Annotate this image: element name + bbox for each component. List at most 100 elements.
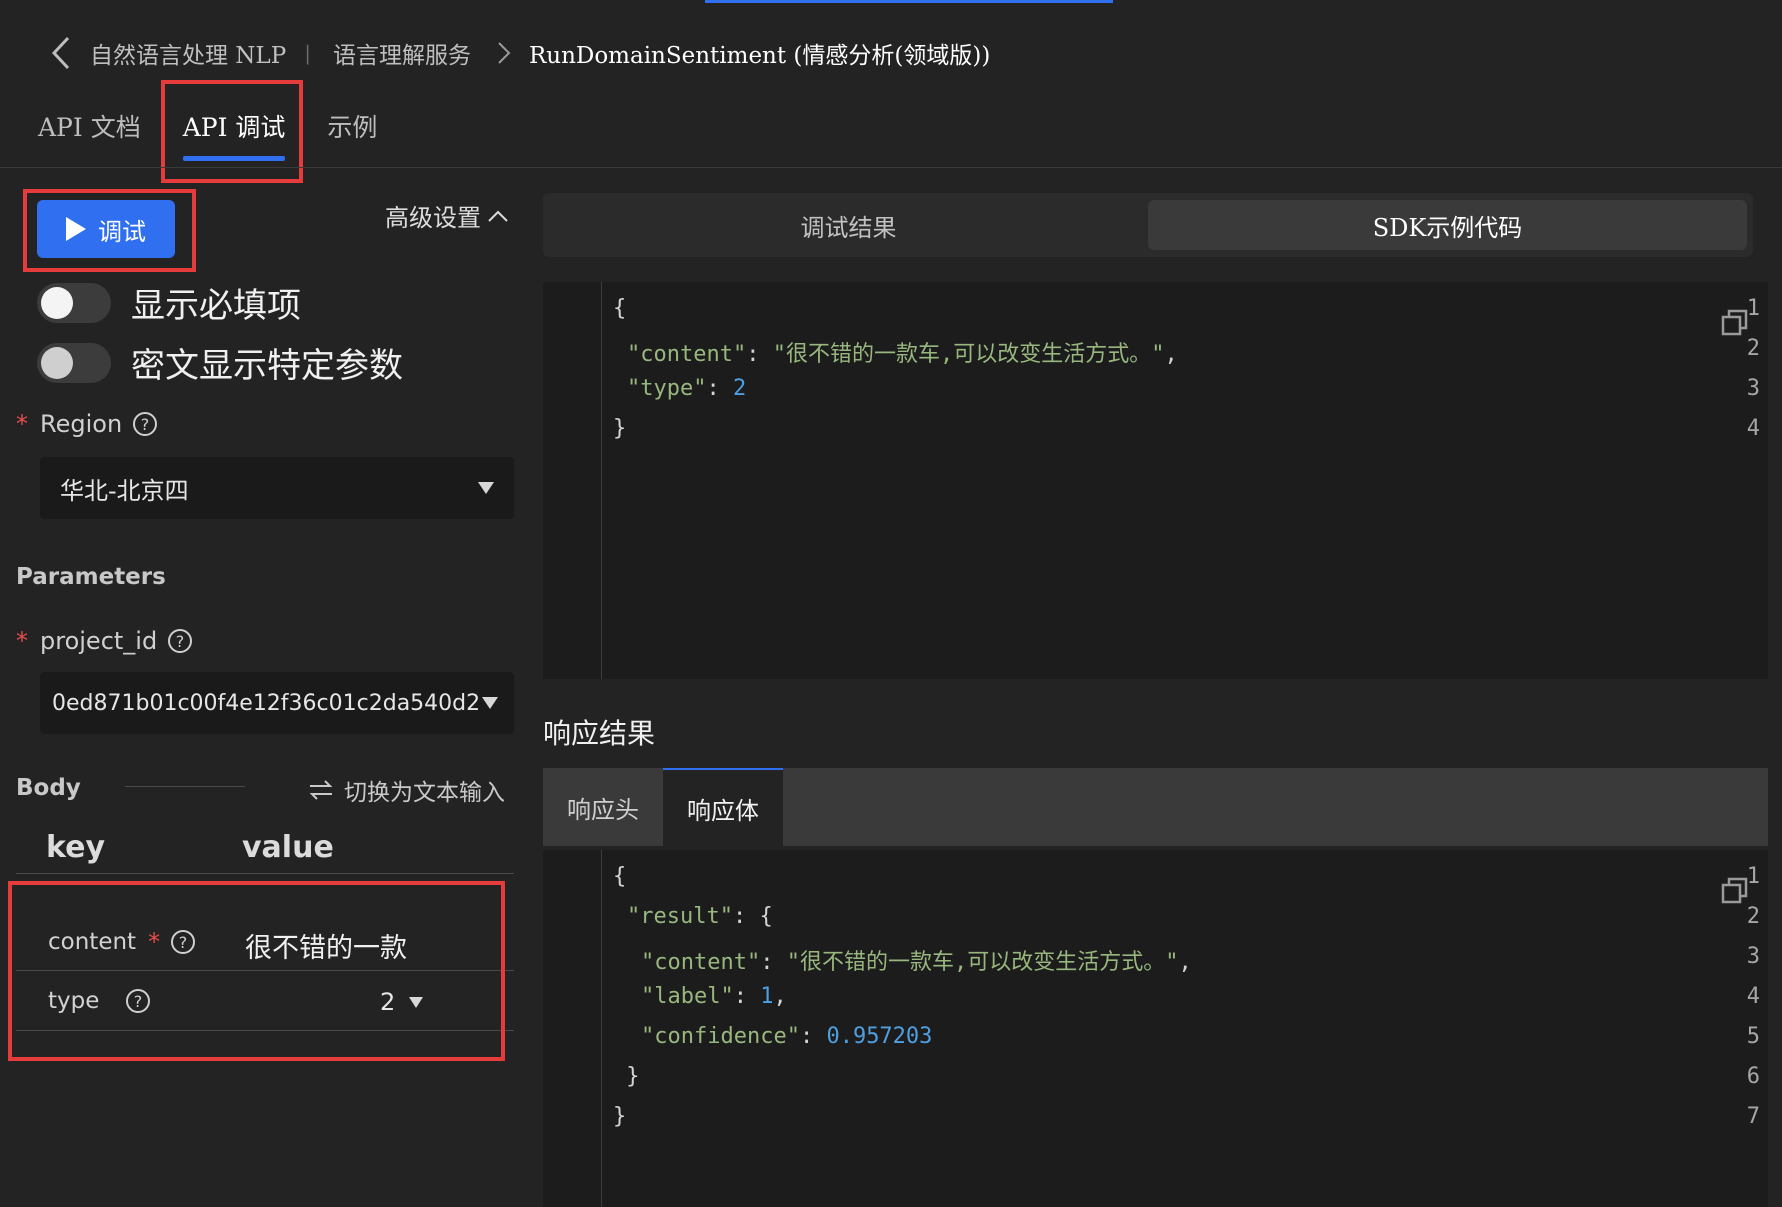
code-line: "result": { — [627, 904, 773, 929]
code-line: } — [613, 1104, 626, 1129]
line-number: 7 — [1746, 1104, 1760, 1129]
svg-text:?: ? — [176, 632, 185, 651]
code-token-colon: : — [760, 950, 787, 975]
code-token-t: { — [613, 296, 627, 321]
region-select[interactable]: 华北-北京四 — [40, 457, 514, 519]
code-token-tail: , — [1178, 950, 1192, 975]
code-token-key: "content" — [641, 950, 761, 975]
back-icon[interactable] — [46, 33, 76, 73]
table-header-divider — [16, 873, 514, 874]
svg-text:?: ? — [141, 415, 150, 434]
body-heading: Body — [16, 775, 81, 801]
code-token-tail: { — [759, 904, 773, 929]
request-code-editor[interactable]: 1 {2 "content": "很不错的一款车,可以改变生活方式。", 3 "type… — [543, 282, 1768, 679]
code-line: "content": "很不错的一款车,可以改变生活方式。", — [627, 336, 1178, 368]
code-token-colon: : — [733, 984, 761, 1009]
code-line: } — [613, 416, 626, 441]
help-icon[interactable]: ? — [167, 628, 193, 654]
help-icon[interactable]: ? — [132, 411, 158, 437]
project-label-row: * project_id ? — [16, 627, 193, 655]
show-required-row: 显示必填项 — [37, 278, 301, 327]
project-id-select[interactable]: 0ed871b01c00f4e12f36c01c2da540d2 — [40, 672, 514, 734]
response-code-editor[interactable]: 1{2 "result": {3 "content": "很不错的一款车,可以改变生… — [543, 850, 1768, 1207]
dropdown-arrow-icon — [482, 697, 498, 709]
line-number: 6 — [1746, 1064, 1760, 1089]
line-number: 3 — [1746, 376, 1760, 401]
breadcrumb-separator: | — [304, 41, 311, 65]
switch-to-text-label: 切换为文本输入 — [344, 780, 505, 806]
code-token-num: 0.957203 — [826, 1024, 933, 1049]
parameters-heading: Parameters — [16, 564, 166, 590]
line-number: 1 — [1746, 864, 1760, 889]
code-line: { — [613, 296, 626, 321]
project-id-label: project_id — [40, 627, 158, 655]
code-token-tail: , — [773, 984, 787, 1009]
project-id-value: 0ed871b01c00f4e12f36c01c2da540d2 — [52, 690, 481, 716]
breadcrumb: 自然语言处理 NLP | 语言理解服务 RunDomainSentiment (… — [46, 30, 990, 76]
line-number: 5 — [1746, 1024, 1760, 1049]
line-number: 4 — [1746, 984, 1760, 1009]
switch-to-text-button[interactable]: 切换为文本输入 — [308, 773, 505, 807]
required-asterisk: * — [16, 627, 28, 655]
line-number: 2 — [1746, 904, 1760, 929]
code-token-t: } — [613, 416, 627, 441]
code-token-key: "type" — [627, 376, 707, 401]
code-token-t: } — [613, 1064, 640, 1089]
tab-examples[interactable]: 示例 — [327, 105, 377, 165]
required-asterisk: * — [16, 410, 28, 438]
cipher-display-label: 密文显示特定参数 — [131, 346, 403, 386]
cipher-display-toggle[interactable] — [37, 342, 111, 383]
value-column-header: value — [242, 830, 334, 865]
line-number-gutter — [543, 282, 602, 679]
code-token-colon: : — [706, 376, 733, 401]
code-token-str: "很不错的一款车,可以改变生活方式。" — [772, 342, 1165, 367]
code-token-colon: : — [746, 342, 773, 367]
code-token-key: "content" — [627, 342, 747, 367]
code-token-str: "很不错的一款车,可以改变生活方式。" — [786, 950, 1179, 975]
dropdown-arrow-icon — [478, 482, 494, 494]
code-line: { — [613, 864, 626, 889]
region-value: 华北-北京四 — [60, 476, 189, 505]
code-token-key: "label" — [641, 984, 734, 1009]
highlight-box-run — [23, 189, 196, 272]
line-number-gutter — [543, 850, 602, 1207]
code-token-t: } — [613, 1104, 627, 1129]
response-tabs: 响应头 响应体 — [543, 768, 1768, 846]
tab-response-header[interactable]: 响应头 — [543, 768, 663, 846]
show-required-toggle[interactable] — [37, 282, 111, 323]
result-tabs: 调试结果 SDK示例代码 — [543, 193, 1753, 257]
key-column-header: key — [46, 830, 106, 865]
code-token-colon: : — [732, 904, 760, 929]
region-label: Region — [40, 410, 123, 438]
chevron-up-icon — [488, 210, 508, 222]
code-token-t: { — [613, 864, 627, 889]
line-number: 3 — [1746, 944, 1760, 969]
code-token-tail: , — [1164, 342, 1178, 367]
region-label-row: * Region ? — [16, 410, 158, 438]
response-title: 响应结果 — [543, 717, 656, 750]
code-token-key: "result" — [627, 904, 733, 929]
line-number: 1 — [1746, 296, 1760, 321]
advanced-settings-toggle[interactable]: 高级设置 — [385, 198, 509, 233]
tab-api-docs[interactable]: API 文档 — [38, 105, 141, 165]
code-line: } — [613, 1064, 640, 1089]
top-accent-bar — [705, 0, 1113, 3]
body-divider — [125, 786, 245, 787]
code-token-colon: : — [799, 1024, 827, 1049]
code-line: "content": "很不错的一款车,可以改变生活方式。", — [641, 944, 1192, 976]
code-line: "type": 2 — [627, 376, 746, 401]
advanced-settings-label: 高级设置 — [385, 204, 481, 232]
chevron-right-icon — [497, 41, 515, 65]
tab-response-body[interactable]: 响应体 — [663, 768, 783, 846]
header-divider — [0, 167, 1782, 168]
code-token-num: 2 — [732, 376, 747, 401]
breadcrumb-item-service[interactable]: 语言理解服务 — [333, 36, 471, 70]
code-line: "confidence": 0.957203 — [641, 1024, 932, 1049]
code-line: "label": 1, — [641, 984, 787, 1009]
line-number: 4 — [1746, 416, 1760, 441]
tab-debug-result[interactable]: 调试结果 — [549, 200, 1148, 250]
line-number: 2 — [1746, 336, 1760, 361]
breadcrumb-item-nlp[interactable]: 自然语言处理 NLP — [90, 36, 286, 70]
tab-sdk-code[interactable]: SDK示例代码 — [1148, 200, 1747, 250]
breadcrumb-current: RunDomainSentiment (情感分析(领域版)) — [528, 43, 991, 69]
